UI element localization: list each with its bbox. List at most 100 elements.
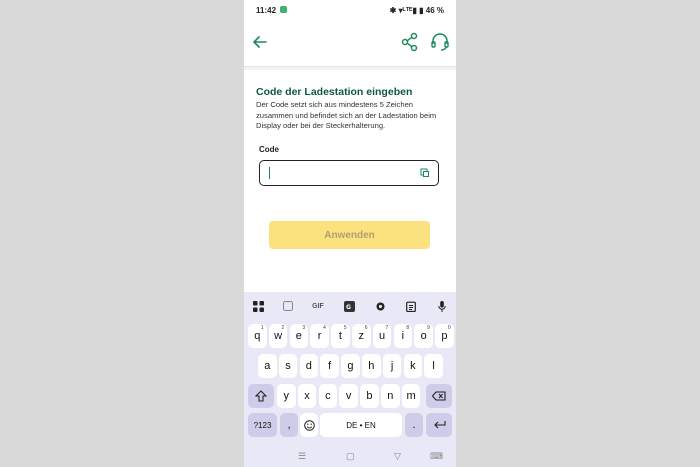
key-label: w: [274, 330, 283, 342]
key-label: k: [410, 360, 416, 372]
apps-icon[interactable]: [250, 298, 266, 314]
key-c[interactable]: c: [318, 384, 338, 408]
key-label: q: [254, 330, 261, 342]
back-nav-icon[interactable]: ▽: [394, 451, 401, 462]
key-label: c: [325, 390, 331, 402]
keyboard-toolbar: GIF G: [244, 296, 456, 316]
scan-icon[interactable]: [420, 168, 430, 178]
home-icon[interactable]: ▢: [346, 451, 355, 462]
key-w[interactable]: w2: [268, 324, 288, 348]
key-hint: 0: [447, 325, 451, 331]
backspace-key[interactable]: [426, 384, 452, 408]
recents-icon[interactable]: ☰: [298, 451, 306, 462]
key-n[interactable]: n: [381, 384, 400, 408]
key-hint: 2: [281, 325, 285, 331]
key-hint: 4: [323, 325, 326, 331]
key-label: r: [317, 330, 322, 342]
shift-icon: [255, 390, 267, 402]
key-label: b: [366, 390, 373, 402]
key-label: x: [304, 390, 310, 402]
key-label: y: [283, 390, 290, 402]
key-d[interactable]: d: [299, 354, 319, 378]
key-m[interactable]: m: [401, 384, 421, 408]
key-hint: 7: [385, 325, 389, 331]
page-title: Code der Ladestation eingeben: [256, 86, 413, 98]
key-label: d: [305, 360, 312, 372]
backspace-icon: [432, 391, 446, 401]
gear-icon[interactable]: [372, 298, 388, 314]
notification-icon: [280, 6, 287, 13]
key-hint: 1: [260, 325, 264, 331]
key-a[interactable]: a: [258, 354, 277, 378]
key-label: n: [387, 390, 394, 402]
phone-screen: 11:42 ✱ ▾ᴸᵀᴱ▮ ▮ 46 % Code der Ladestatio…: [244, 0, 456, 467]
key-z[interactable]: z6: [352, 324, 371, 348]
comma-key[interactable]: ,: [280, 413, 298, 437]
code-entry-card: Code der Ladestation eingeben Der Code s…: [244, 70, 456, 292]
key-label: s: [285, 360, 291, 372]
key-y[interactable]: y: [277, 384, 296, 408]
key-label: u: [378, 330, 386, 342]
key-label: i: [401, 330, 405, 342]
code-field-label: Code: [259, 145, 279, 154]
key-q[interactable]: q1: [248, 324, 267, 348]
onscreen-keyboard: GIF G ?123 , DE • EN . ☰ ▢ ▽ ⌨ q 1 w 2 e…: [244, 292, 456, 467]
code-input[interactable]: [259, 160, 439, 186]
key-hint: 3: [302, 325, 306, 331]
key-u[interactable]: u7: [372, 324, 392, 348]
app-bar: [244, 20, 456, 67]
key-label: t: [338, 330, 342, 342]
enter-key[interactable]: [426, 413, 452, 437]
key-b[interactable]: b: [360, 384, 379, 408]
key-r[interactable]: r4: [310, 324, 329, 348]
key-label: o: [420, 330, 427, 342]
key-label: m: [406, 390, 416, 402]
headset-icon[interactable]: [430, 32, 450, 52]
keyboard-switch-icon[interactable]: ⌨: [430, 451, 443, 462]
key-t[interactable]: t5: [331, 324, 350, 348]
code-description: Der Code setzt sich aus mindestens 5 Zei…: [256, 100, 437, 130]
key-label: e: [295, 330, 302, 342]
key-v[interactable]: v: [339, 384, 358, 408]
status-bar: 11:42 ✱ ▾ᴸᵀᴱ▮ ▮ 46 %: [244, 0, 456, 20]
key-label: l: [432, 360, 435, 372]
symbols-key[interactable]: ?123: [248, 413, 277, 437]
key-label: h: [368, 360, 375, 372]
key-h[interactable]: h: [362, 354, 381, 378]
key-s[interactable]: s: [278, 354, 298, 378]
gif-button[interactable]: GIF: [310, 298, 326, 314]
key-p[interactable]: p0: [435, 324, 454, 348]
key-e[interactable]: e3: [289, 324, 309, 348]
key-hint: 5: [343, 325, 347, 331]
key-label: a: [264, 360, 271, 372]
key-hint: 6: [364, 325, 368, 331]
share-icon[interactable]: [400, 32, 420, 52]
svg-text:G: G: [346, 304, 351, 311]
arrow-left-icon[interactable]: [250, 32, 270, 52]
key-label: v: [345, 390, 352, 402]
translate-icon[interactable]: G: [341, 298, 357, 314]
key-j[interactable]: j: [382, 354, 402, 378]
sticker-icon[interactable]: [280, 298, 296, 314]
key-hint: 9: [427, 325, 430, 331]
enter-icon: [433, 421, 446, 429]
key-f[interactable]: f: [320, 354, 339, 378]
key-x[interactable]: x: [297, 384, 317, 408]
apply-button[interactable]: Anwenden: [269, 221, 430, 249]
key-label: g: [347, 360, 354, 372]
system-nav-bar: ☰ ▢ ▽ ⌨: [244, 448, 456, 467]
emoji-icon: [303, 419, 315, 431]
emoji-key[interactable]: [300, 413, 318, 437]
clipboard-icon[interactable]: [403, 298, 419, 314]
key-k[interactable]: k: [403, 354, 423, 378]
shift-key[interactable]: [248, 384, 274, 408]
key-i[interactable]: i8: [393, 324, 413, 348]
key-g[interactable]: g: [341, 354, 360, 378]
key-l[interactable]: l: [424, 354, 443, 378]
status-indicators: ✱ ▾ᴸᵀᴱ▮ ▮ 46 %: [389, 6, 444, 15]
key-o[interactable]: o9: [414, 324, 433, 348]
space-key[interactable]: DE • EN: [320, 413, 402, 437]
status-time: 11:42: [256, 6, 277, 15]
mic-icon[interactable]: [434, 298, 450, 314]
period-key[interactable]: .: [405, 413, 423, 437]
